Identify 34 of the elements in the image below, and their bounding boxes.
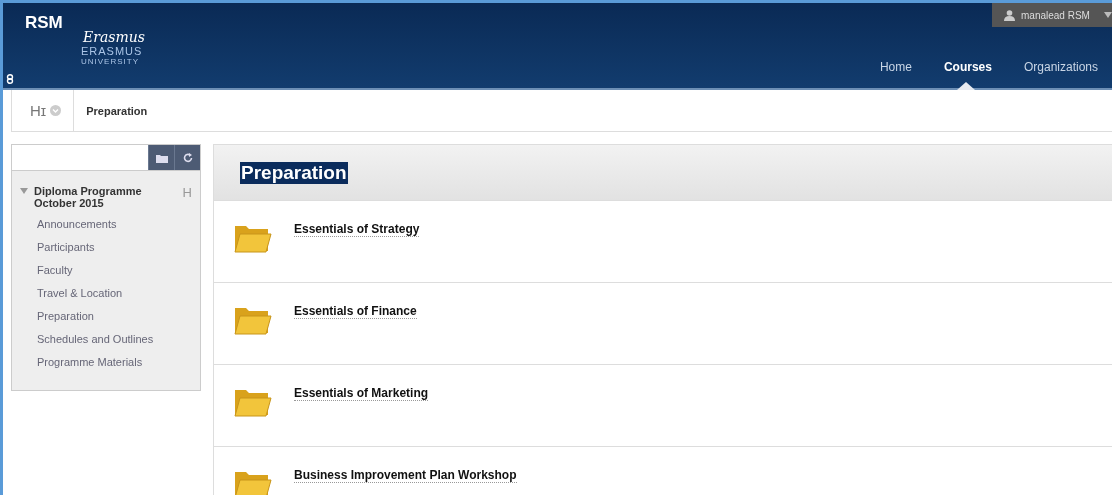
folder-icon xyxy=(234,469,272,495)
folder-tool-button[interactable] xyxy=(148,145,174,170)
user-name: manalead RSM xyxy=(1021,9,1091,21)
link-icon[interactable] xyxy=(6,74,14,84)
refresh-icon xyxy=(182,152,193,163)
nav-tab[interactable]: Courses xyxy=(925,60,1006,88)
refresh-button[interactable] xyxy=(174,145,200,170)
menu-link[interactable]: Faculty xyxy=(12,259,200,282)
folder-icon xyxy=(234,305,272,335)
nav-tab[interactable]: Organizations xyxy=(1005,60,1112,88)
content-link[interactable]: Business Improvement Plan Workshop xyxy=(294,468,517,483)
content-link[interactable]: Essentials of Strategy xyxy=(294,222,420,237)
menu-link[interactable]: Programme Materials xyxy=(12,351,200,374)
content-link[interactable]: Essentials of Marketing xyxy=(294,386,429,401)
breadcrumb-current: Preparation xyxy=(85,104,148,117)
course-title[interactable]: Diploma Programme October 2015 xyxy=(34,185,177,209)
nav-tab[interactable]: Home xyxy=(861,60,926,88)
course-hint: H xyxy=(182,185,192,200)
menu-link[interactable]: Schedules and Outlines xyxy=(12,328,200,351)
home-crumb[interactable]: Hɪ xyxy=(11,90,75,131)
page-title: Preparation xyxy=(240,161,348,184)
user-icon xyxy=(1004,9,1015,21)
chevron-icon xyxy=(50,105,62,116)
menu-link[interactable]: Announcements xyxy=(12,213,200,236)
folder-icon xyxy=(234,387,272,417)
caret-icon xyxy=(1104,12,1112,18)
content-link[interactable]: Essentials of Finance xyxy=(294,304,417,319)
folder-icon xyxy=(155,152,168,163)
folder-icon xyxy=(234,223,272,253)
logo: RSM Erasmus ERASMUS UNIVERSITY xyxy=(3,3,203,88)
menu-link[interactable]: Participants xyxy=(12,236,200,259)
menu-link[interactable]: Travel & Location xyxy=(12,282,200,305)
user-menu[interactable]: manalead RSM xyxy=(992,3,1112,27)
menu-link[interactable]: Preparation xyxy=(12,305,200,328)
